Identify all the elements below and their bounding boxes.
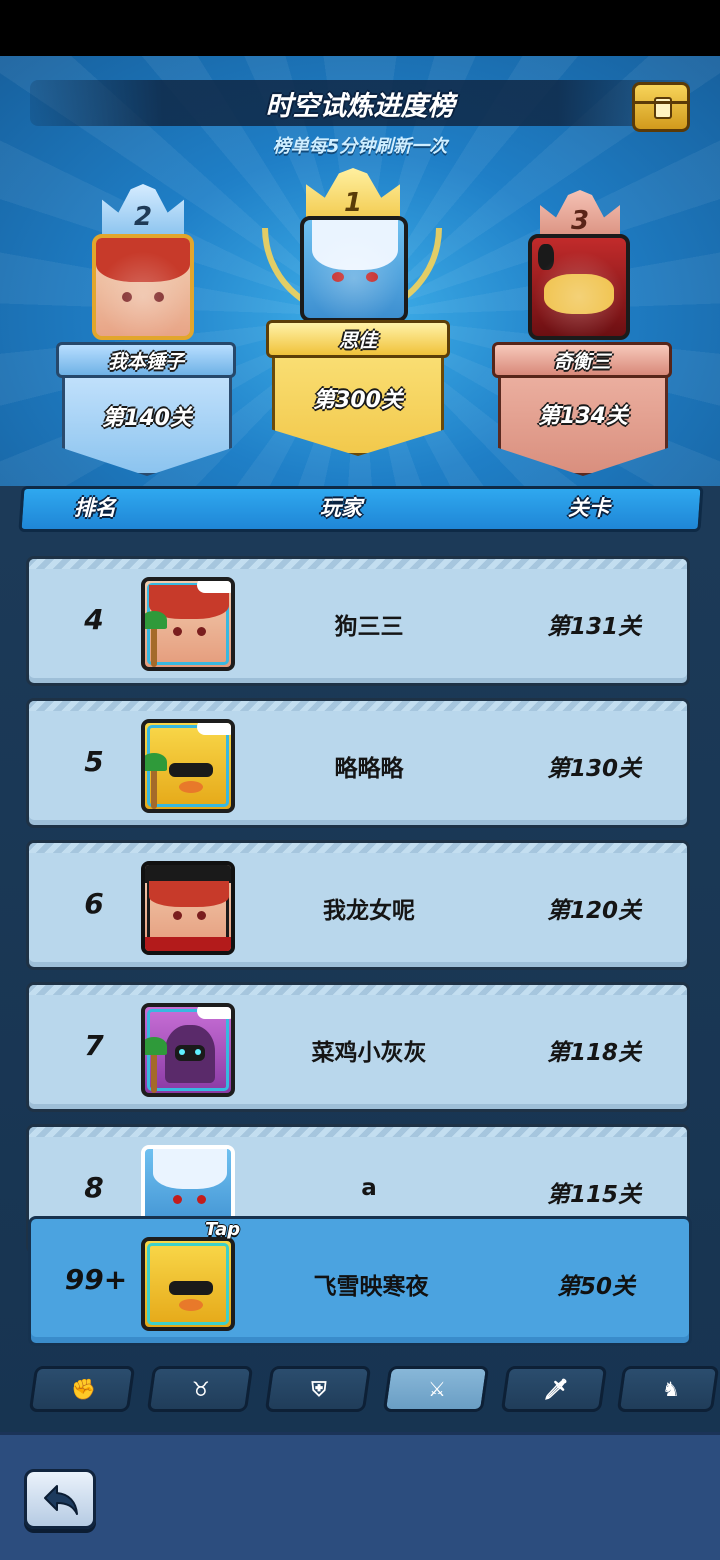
fist-icon: ✊ <box>71 1377 96 1401</box>
table-row[interactable]: 5 略略略 第130关 <box>26 698 690 828</box>
player-name: 飞雪映寒夜 <box>313 1274 429 1300</box>
podium-name: 我本锤子 <box>56 342 236 378</box>
row-rank: 4 <box>84 603 104 636</box>
player-stage: 第118关 <box>546 1040 641 1066</box>
helmet-icon: ♞ <box>662 1377 680 1401</box>
avatar <box>141 1003 235 1097</box>
table-row[interactable]: 4 狗三三 第131关 <box>26 556 690 686</box>
player-stage: 第120关 <box>546 898 641 924</box>
palm-tree-icon <box>145 1033 167 1093</box>
silver-crown-icon: 2 <box>102 184 184 236</box>
podium-area: 时空试炼进度榜 榜单每5分钟刷新一次 2 我本锤子 第140关 1 思佳 第30… <box>0 56 720 486</box>
table-row[interactable]: 6 我龙女呢 第120关 <box>26 840 690 970</box>
player-stage: 第50关 <box>556 1274 635 1300</box>
player-stage: 第131关 <box>546 614 641 640</box>
avatar <box>300 216 408 322</box>
cloud-icon <box>197 723 231 735</box>
player-name: a <box>361 1175 377 1201</box>
sword-icon: 🗡 <box>543 1377 569 1401</box>
player-name: 略略略 <box>334 756 404 782</box>
leaderboard-list[interactable]: 排名 玩家 关卡 4 狗三三 第131关 5 略略略 第130关 6 我龙女呢 … <box>0 486 720 1436</box>
column-player: 玩家 <box>320 496 362 520</box>
tab-bull[interactable]: ♉ <box>146 1366 254 1412</box>
row-rank: 6 <box>84 887 104 920</box>
tab-helmet[interactable]: ♞ <box>616 1366 720 1412</box>
my-rank-row[interactable]: 99+ Tap 飞雪映寒夜 第50关 <box>28 1216 692 1346</box>
gold-crown-icon: 1 <box>306 168 400 222</box>
back-button[interactable] <box>24 1469 96 1529</box>
avatar <box>141 861 235 955</box>
avatar <box>141 719 235 813</box>
podium-stage: 第300关 <box>313 388 403 413</box>
avatar <box>528 234 630 340</box>
row-rank: 7 <box>84 1029 104 1062</box>
refresh-note: 榜单每5分钟刷新一次 <box>272 136 448 157</box>
avatar <box>141 577 235 671</box>
player-name: 菜鸡小灰灰 <box>311 1040 427 1066</box>
player-name: 我龙女呢 <box>323 898 415 924</box>
player-stage: 第130关 <box>546 756 641 782</box>
tab-fist[interactable]: ✊ <box>28 1366 136 1412</box>
column-stage: 关卡 <box>568 496 610 520</box>
shield-icon: ⛨ <box>311 1377 327 1401</box>
back-arrow-icon <box>44 1485 78 1515</box>
tap-label: Tap <box>205 1219 241 1240</box>
bronze-crown-icon: 3 <box>540 190 620 240</box>
swords-icon: ⚔ <box>428 1377 446 1401</box>
page-title: 时空试炼进度榜 <box>265 91 455 122</box>
category-tabs: ✊ ♉ ⛨ ⚔ 🗡 ♞ <box>0 1366 720 1418</box>
podium-stage: 第140关 <box>102 406 192 431</box>
tab-swords[interactable]: ⚔ <box>382 1366 490 1412</box>
row-rank: 8 <box>84 1171 104 1204</box>
treasure-chest-icon[interactable] <box>632 82 690 132</box>
player-stage: 第115关 <box>546 1182 641 1208</box>
cloud-icon <box>197 581 231 593</box>
avatar <box>92 234 194 340</box>
tab-sword[interactable]: 🗡 <box>500 1366 608 1412</box>
bull-icon: ♉ <box>192 1377 210 1401</box>
avatar[interactable] <box>141 1237 235 1331</box>
podium-stage: 第134关 <box>538 404 628 429</box>
player-name: 狗三三 <box>334 614 404 640</box>
bottom-panel <box>0 1432 720 1560</box>
palm-tree-icon <box>145 607 167 667</box>
podium-name: 奇衡三 <box>492 342 672 378</box>
status-bar <box>0 0 720 56</box>
column-rank: 排名 <box>74 496 116 520</box>
tab-shield[interactable]: ⛨ <box>264 1366 372 1412</box>
palm-tree-icon <box>145 749 167 809</box>
cloud-icon <box>197 1007 231 1019</box>
row-rank: 99+ <box>64 1263 128 1296</box>
row-rank: 5 <box>84 745 104 778</box>
table-row[interactable]: 7 菜鸡小灰灰 第118关 <box>26 982 690 1112</box>
podium-name: 思佳 <box>266 320 450 358</box>
